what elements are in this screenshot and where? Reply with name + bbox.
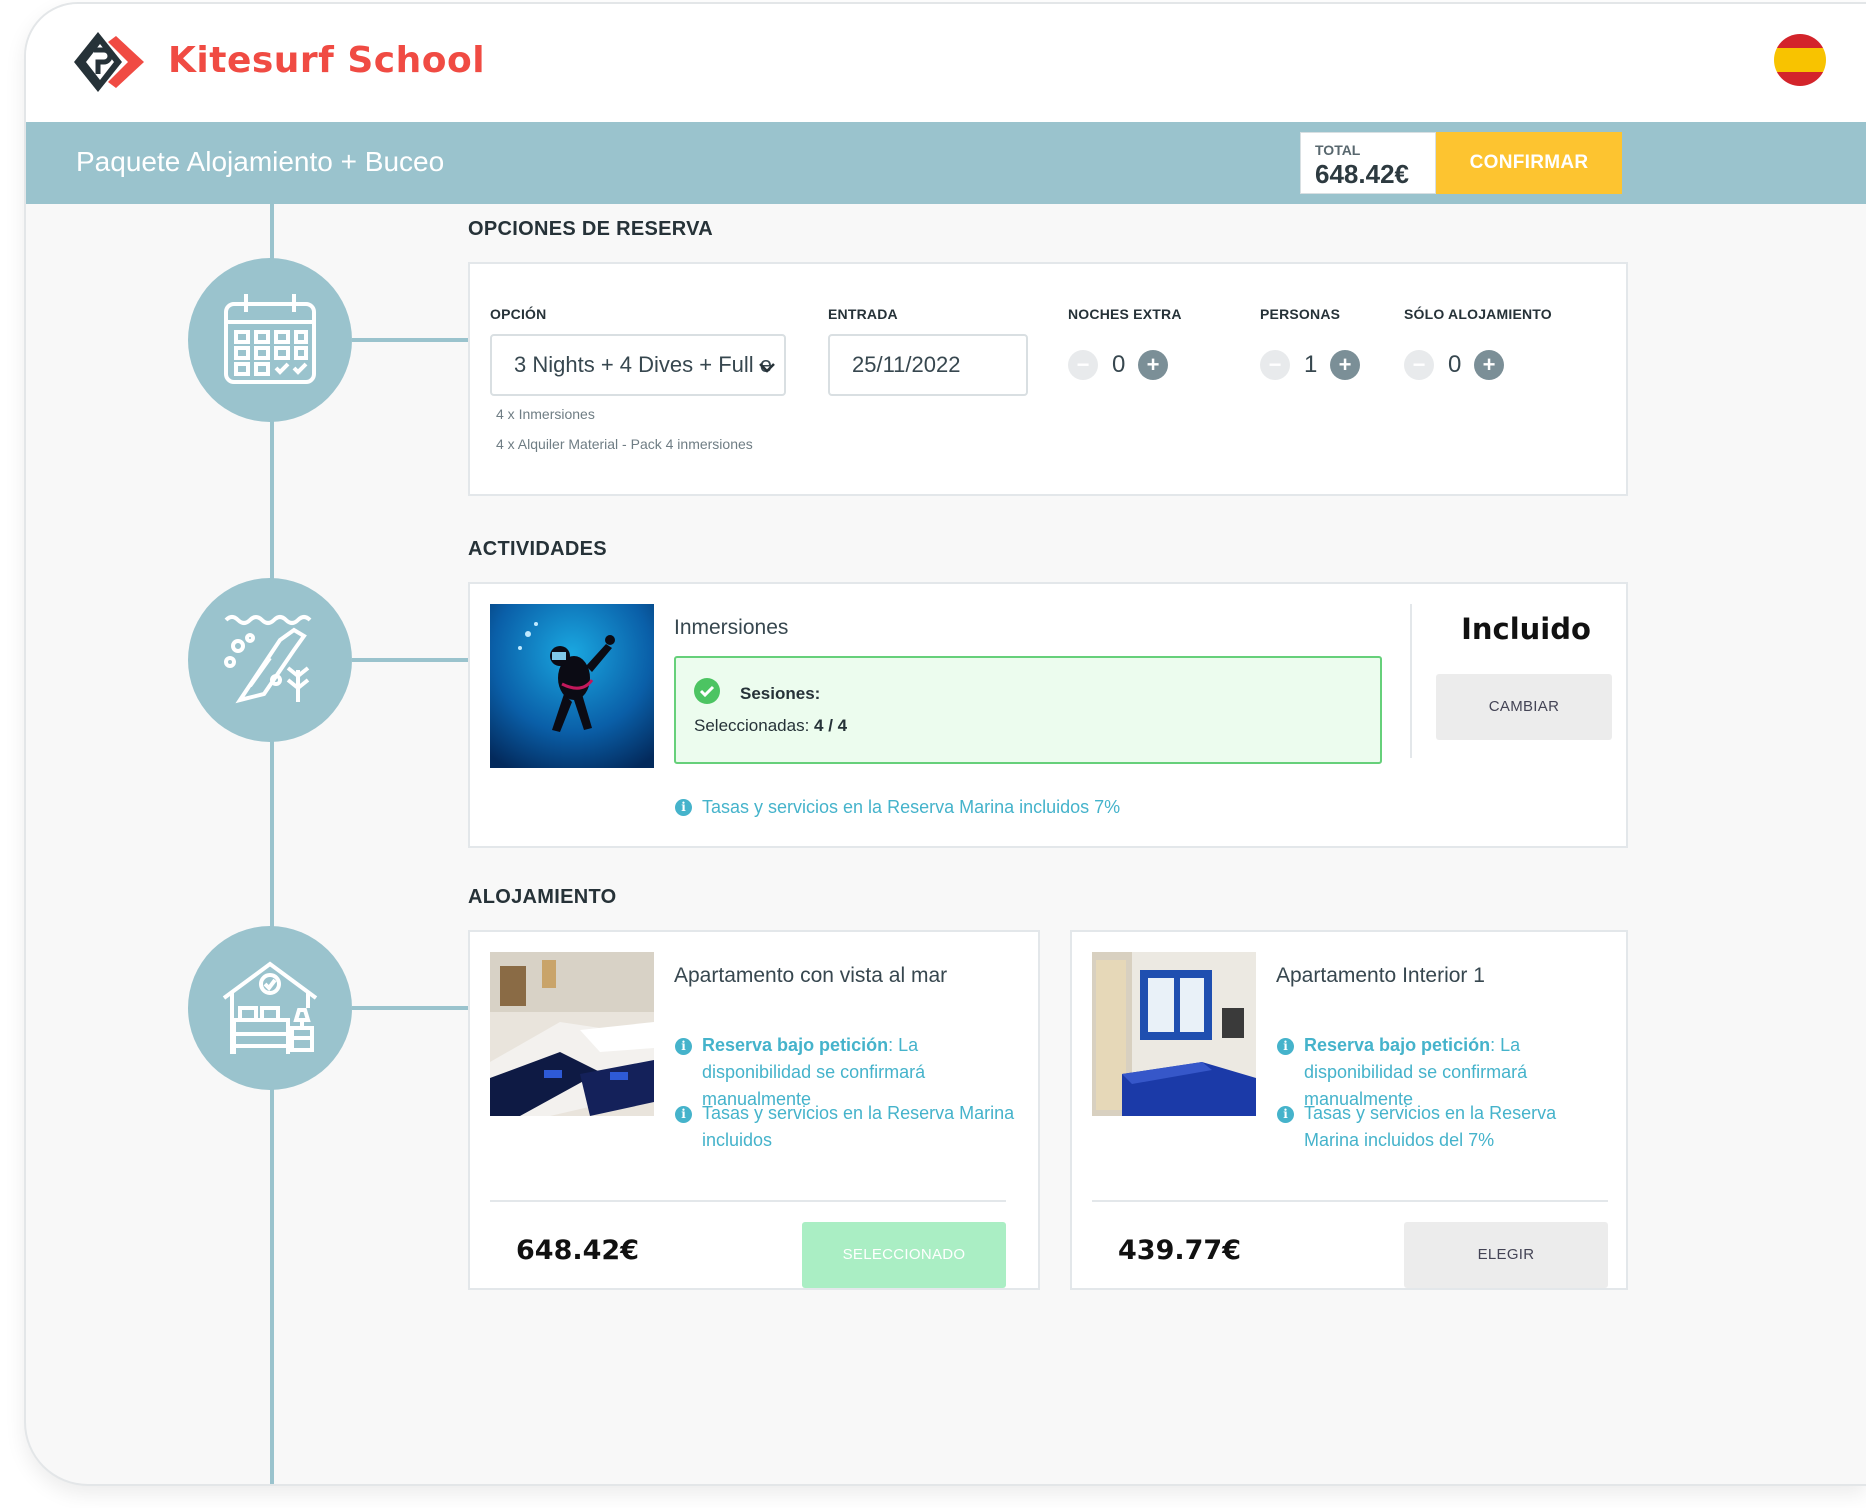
accommodation-price: 648.42€ — [516, 1235, 639, 1266]
info-icon: i — [1277, 1038, 1294, 1055]
lodging-only-plus-button[interactable]: + — [1474, 350, 1504, 380]
room-photo-interior — [1092, 952, 1256, 1116]
sessions-selected: Seleccionadas: 4 / 4 — [694, 716, 847, 736]
timeline-connector — [352, 338, 468, 342]
activities-title: ACTIVIDADES — [468, 538, 607, 560]
activity-name: Inmersiones — [674, 616, 789, 639]
bed-house-icon — [222, 961, 318, 1054]
tax-info: Tasas y servicios en la Reserva Marina i… — [1304, 1103, 1557, 1150]
activity-divider — [1410, 604, 1412, 758]
sessions-selected-count: 4 / 4 — [814, 716, 848, 735]
extra-nights-minus-button[interactable]: − — [1068, 350, 1098, 380]
calendar-step — [188, 258, 352, 422]
timeline-connector — [352, 1006, 468, 1010]
card-divider — [1092, 1200, 1608, 1202]
chevron-down-icon — [759, 363, 775, 373]
accommodation-step — [188, 926, 352, 1090]
calendar-icon — [224, 294, 316, 384]
option-select[interactable]: 3 Nights + 4 Dives + Full e — [490, 334, 786, 396]
timeline-connector — [352, 658, 468, 662]
sessions-box: Sesiones: Seleccionadas: 4 / 4 — [674, 656, 1382, 764]
booking-options-card: OPCIÓN 3 Nights + 4 Dives + Full e 4 x I… — [468, 262, 1628, 496]
extra-nights-value: 0 — [1112, 351, 1126, 378]
total-box: TOTAL 648.42€ — [1300, 132, 1436, 194]
option-label: OPCIÓN — [490, 306, 547, 322]
kitesurf-logo-icon — [74, 32, 144, 92]
room-photo-sea-view — [490, 952, 654, 1116]
sessions-label: Sesiones: — [740, 684, 821, 703]
info-icon: i — [1277, 1106, 1294, 1123]
check-circle-icon — [694, 678, 720, 704]
accommodation-card-sea-view: Apartamento con vista al mar i Reserva b… — [468, 930, 1040, 1290]
persons-value: 1 — [1304, 351, 1318, 378]
tax-info: Tasas y servicios en la Reserva Marina i… — [702, 1103, 1015, 1150]
booking-options-title: OPCIONES DE RESERVA — [468, 218, 714, 240]
option-selected-value: 3 Nights + 4 Dives + Full e — [514, 352, 773, 377]
accommodation-name: Apartamento Interior 1 — [1276, 964, 1485, 987]
lodging-only-value: 0 — [1448, 351, 1462, 378]
spain-flag-icon[interactable] — [1774, 34, 1826, 86]
request-info-title: Reserva bajo petición — [702, 1035, 889, 1055]
extra-nights-label: NOCHES EXTRA — [1068, 306, 1182, 322]
request-info-title: Reserva bajo petición — [1304, 1035, 1491, 1055]
lodging-only-minus-button[interactable]: − — [1404, 350, 1434, 380]
extra-nights-plus-button[interactable]: + — [1138, 350, 1168, 380]
total-value: 648.42€ — [1315, 159, 1409, 189]
persons-label: PERSONAS — [1260, 306, 1341, 322]
entry-label: ENTRADA — [828, 306, 898, 322]
sessions-selected-prefix: Seleccionadas: — [694, 716, 815, 735]
lodging-only-label: SÓLO ALOJAMIENTO — [1404, 306, 1552, 322]
activity-status: Incluido — [1461, 612, 1591, 646]
diver-photo — [490, 604, 654, 768]
diving-step — [188, 578, 352, 742]
entry-date-input[interactable]: 25/11/2022 — [828, 334, 1028, 396]
choose-button[interactable]: ELEGIR — [1404, 1222, 1608, 1288]
accommodation-name: Apartamento con vista al mar — [674, 964, 948, 987]
persons-minus-button[interactable]: − — [1260, 350, 1290, 380]
option-include-2: 4 x Alquiler Material - Pack 4 inmersion… — [496, 436, 753, 452]
card-divider — [490, 1200, 1006, 1202]
option-include-1: 4 x Inmersiones — [496, 406, 595, 422]
booking-window: Kitesurf School Paquete Alojamiento + Bu… — [24, 2, 1866, 1486]
activity-tax-info: Tasas y servicios en la Reserva Marina i… — [702, 797, 1121, 817]
package-title: Paquete Alojamiento + Buceo — [76, 146, 445, 177]
selected-button[interactable]: SELECCIONADO — [802, 1222, 1006, 1288]
confirm-button[interactable]: CONFIRMAR — [1436, 132, 1622, 194]
info-icon: i — [675, 799, 692, 816]
brand-name[interactable]: Kitesurf School — [168, 40, 485, 81]
info-icon: i — [675, 1038, 692, 1055]
accommodation-card-interior: Apartamento Interior 1 i Reserva bajo pe… — [1070, 930, 1628, 1290]
total-label: TOTAL — [1315, 142, 1361, 158]
top-bar: Kitesurf School — [26, 4, 1866, 122]
change-button[interactable]: CAMBIAR — [1436, 674, 1612, 740]
activity-card: Inmersiones Sesiones: Seleccionadas: 4 /… — [468, 582, 1628, 848]
accommodation-title: ALOJAMIENTO — [468, 886, 617, 908]
package-bar: Paquete Alojamiento + Buceo TOTAL 648.42… — [26, 122, 1866, 204]
persons-plus-button[interactable]: + — [1330, 350, 1360, 380]
accommodation-price: 439.77€ — [1118, 1235, 1241, 1266]
info-icon: i — [675, 1106, 692, 1123]
diving-icon — [224, 615, 312, 704]
